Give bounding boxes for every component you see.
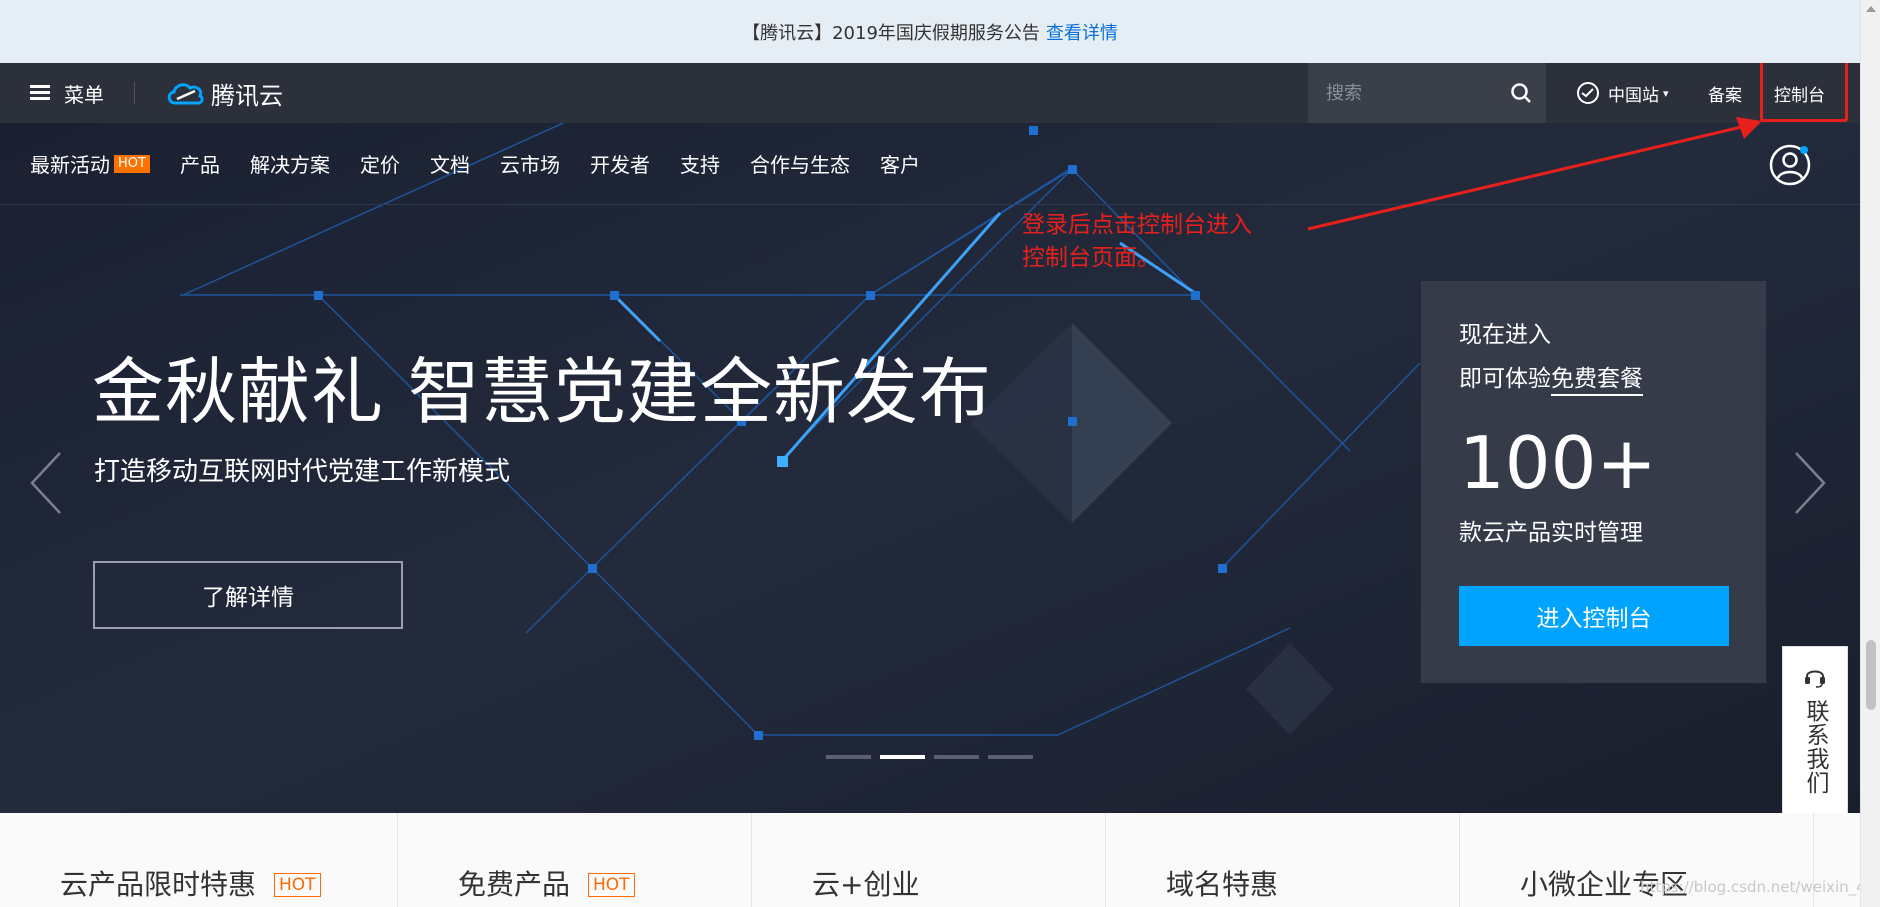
chevron-down-icon: ▾ <box>1663 86 1669 100</box>
nav-item-support[interactable]: 支持 <box>680 149 720 178</box>
hero-banner: 菜单 腾讯云 中国站 ▾ 备案 控制台 <box>0 63 1860 813</box>
feature-cell-free-products[interactable]: 免费产品 HOT <box>398 813 752 907</box>
nav-divider <box>134 82 135 104</box>
contact-us-widget[interactable]: 联系我们 <box>1782 646 1848 813</box>
feature-label: 云产品限时特惠 <box>60 868 257 901</box>
feature-cell-startup[interactable]: 云+创业 <box>752 813 1106 907</box>
bottom-feature-bar: 云产品限时特惠 HOT 免费产品 HOT 云+创业 域名特惠 小微企业专区 <box>0 813 1860 907</box>
feature-label: 免费产品 <box>458 868 571 901</box>
watermark-text: https://blog.csdn.net/weixin_43607168 <box>1640 878 1880 896</box>
learn-more-button[interactable]: 了解详情 <box>93 561 403 629</box>
logo-text: 腾讯云 <box>211 81 283 110</box>
nav-item-customers[interactable]: 客户 <box>880 149 920 178</box>
hot-tag: HOT <box>274 873 321 897</box>
free-plan-link[interactable]: 免费套餐 <box>1551 366 1643 396</box>
site-label: 中国站 <box>1608 85 1659 106</box>
hamburger-icon <box>30 85 50 101</box>
nav-item-docs[interactable]: 文档 <box>430 149 470 178</box>
promo-line2: 即可体验免费套餐 <box>1459 359 1728 396</box>
contact-us-label: 联系我们 <box>1802 699 1828 795</box>
feature-label: 云+创业 <box>812 868 920 901</box>
carousel-dot-active[interactable] <box>880 755 925 759</box>
carousel-dot[interactable] <box>988 755 1033 759</box>
promo-line1: 现在进入 <box>1459 322 1551 348</box>
carousel-indicators <box>826 755 1042 759</box>
nav-item-developers[interactable]: 开发者 <box>590 149 650 178</box>
annotation-text: 登录后点击控制台进入 控制台页面。 <box>1022 212 1252 271</box>
promo-line3: 款云产品实时管理 <box>1459 520 1643 546</box>
carousel-dot[interactable] <box>826 755 871 759</box>
promo-big-number: 100+ <box>1459 421 1657 505</box>
nav-item-latest-activity[interactable]: 最新活动 HOT <box>30 149 150 178</box>
promo-card: 现在进入 即可体验免费套餐 100+ 款云产品实时管理 进入控制台 <box>1421 281 1766 683</box>
notice-text: 【腾讯云】2019年国庆假期服务公告 <box>742 22 1040 44</box>
nav-item-label: 最新活动 <box>30 153 110 177</box>
tencent-cloud-logo[interactable]: 腾讯云 <box>165 76 283 111</box>
carousel-prev-icon[interactable] <box>26 443 66 523</box>
menu-label: 菜单 <box>64 82 104 107</box>
feature-cell-discount[interactable]: 云产品限时特惠 HOT <box>0 813 398 907</box>
notice-bar: 【腾讯云】2019年国庆假期服务公告 查看详情 <box>0 0 1860 63</box>
hot-tag: HOT <box>588 873 635 897</box>
menu-button[interactable]: 菜单 <box>30 79 104 108</box>
nav-item-partners[interactable]: 合作与生态 <box>750 149 850 178</box>
carousel-next-icon[interactable] <box>1790 443 1830 523</box>
nav-item-products[interactable]: 产品 <box>180 149 220 178</box>
annotation-arrow-icon <box>1307 117 1762 231</box>
scroll-up-icon[interactable] <box>1866 6 1876 12</box>
carousel-dot[interactable] <box>934 755 979 759</box>
hero-title: 金秋献礼 智慧党建全新发布 <box>92 350 992 434</box>
nav-item-marketplace[interactable]: 云市场 <box>500 149 560 178</box>
nav-item-pricing[interactable]: 定价 <box>360 149 400 178</box>
feature-label: 域名特惠 <box>1166 868 1279 901</box>
enter-console-button[interactable]: 进入控制台 <box>1459 586 1729 646</box>
headset-icon <box>1805 670 1825 688</box>
vertical-scrollbar[interactable] <box>1860 0 1880 907</box>
notice-detail-link[interactable]: 查看详情 <box>1046 19 1118 45</box>
feature-cell-domains[interactable]: 域名特惠 <box>1106 813 1460 907</box>
promo-line2-prefix: 即可体验 <box>1459 366 1551 392</box>
hero-subtitle: 打造移动互联网时代党建工作新模式 <box>94 457 511 487</box>
cloud-logo-icon <box>167 83 204 105</box>
globe-icon <box>1577 82 1599 104</box>
search-icon[interactable] <box>1510 82 1532 104</box>
scrollbar-thumb[interactable] <box>1866 640 1876 710</box>
nav-item-solutions[interactable]: 解决方案 <box>250 149 330 178</box>
hot-badge: HOT <box>114 154 150 173</box>
search-input[interactable] <box>1326 82 1506 104</box>
